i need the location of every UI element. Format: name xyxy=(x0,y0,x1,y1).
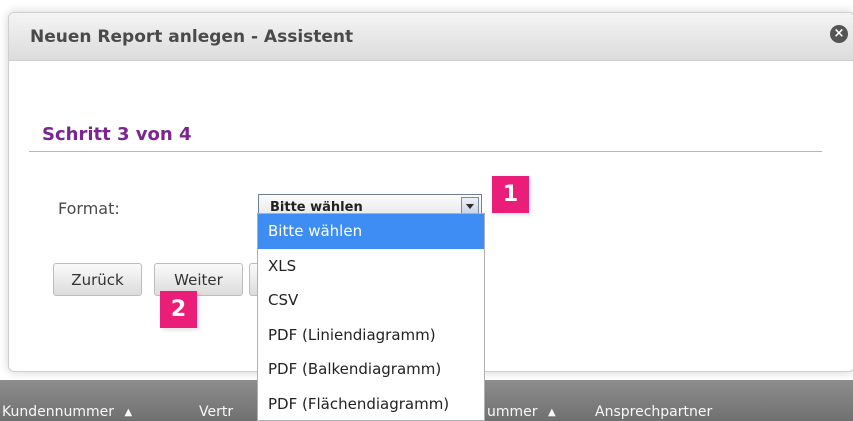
dropdown-option-bitte-waehlen[interactable]: Bitte wählen xyxy=(258,214,484,249)
back-button[interactable]: Zurück xyxy=(53,263,142,296)
column-header-label: Vertr xyxy=(199,404,234,420)
dropdown-option-xls[interactable]: XLS xyxy=(258,249,484,284)
format-dropdown-list[interactable]: Bitte wählen XLS CSV PDF (Liniendiagramm… xyxy=(257,213,485,421)
dialog-title: Neuen Report anlegen - Assistent xyxy=(30,26,354,47)
column-header-vertr[interactable]: Vertr xyxy=(199,404,233,420)
page: Kundennummer ▲ Vertr ummer ▲ Ansprechpar… xyxy=(0,0,853,421)
annotation-marker-2: 2 xyxy=(160,291,197,328)
column-header-label: Kundennummer xyxy=(2,404,114,420)
dialog-titlebar: Neuen Report anlegen - Assistent × xyxy=(9,13,853,61)
sort-up-icon: ▲ xyxy=(547,407,556,418)
column-header-label: Ansprechpartner xyxy=(595,404,713,420)
dropdown-option-pdf-liniendiagramm[interactable]: PDF (Liniendiagramm) xyxy=(258,318,484,353)
column-header-ansprechpartner[interactable]: Ansprechpartner xyxy=(595,404,712,420)
format-label: Format: xyxy=(58,199,120,218)
column-header-label: ummer xyxy=(487,404,538,420)
sort-up-icon: ▲ xyxy=(124,407,133,418)
section-divider xyxy=(29,151,822,152)
step-title: Schritt 3 von 4 xyxy=(42,124,192,145)
dropdown-option-pdf-balkendiagramm[interactable]: PDF (Balkendiagramm) xyxy=(258,352,484,387)
column-header-kundennummer[interactable]: Kundennummer ▲ xyxy=(2,404,132,420)
close-icon[interactable]: × xyxy=(830,25,848,43)
dropdown-option-pdf-flaechendiagramm[interactable]: PDF (Flächendiagramm) xyxy=(258,387,484,421)
column-header-ummer[interactable]: ummer ▲ xyxy=(487,404,556,420)
annotation-marker-1: 1 xyxy=(492,176,529,213)
dropdown-option-csv[interactable]: CSV xyxy=(258,283,484,318)
